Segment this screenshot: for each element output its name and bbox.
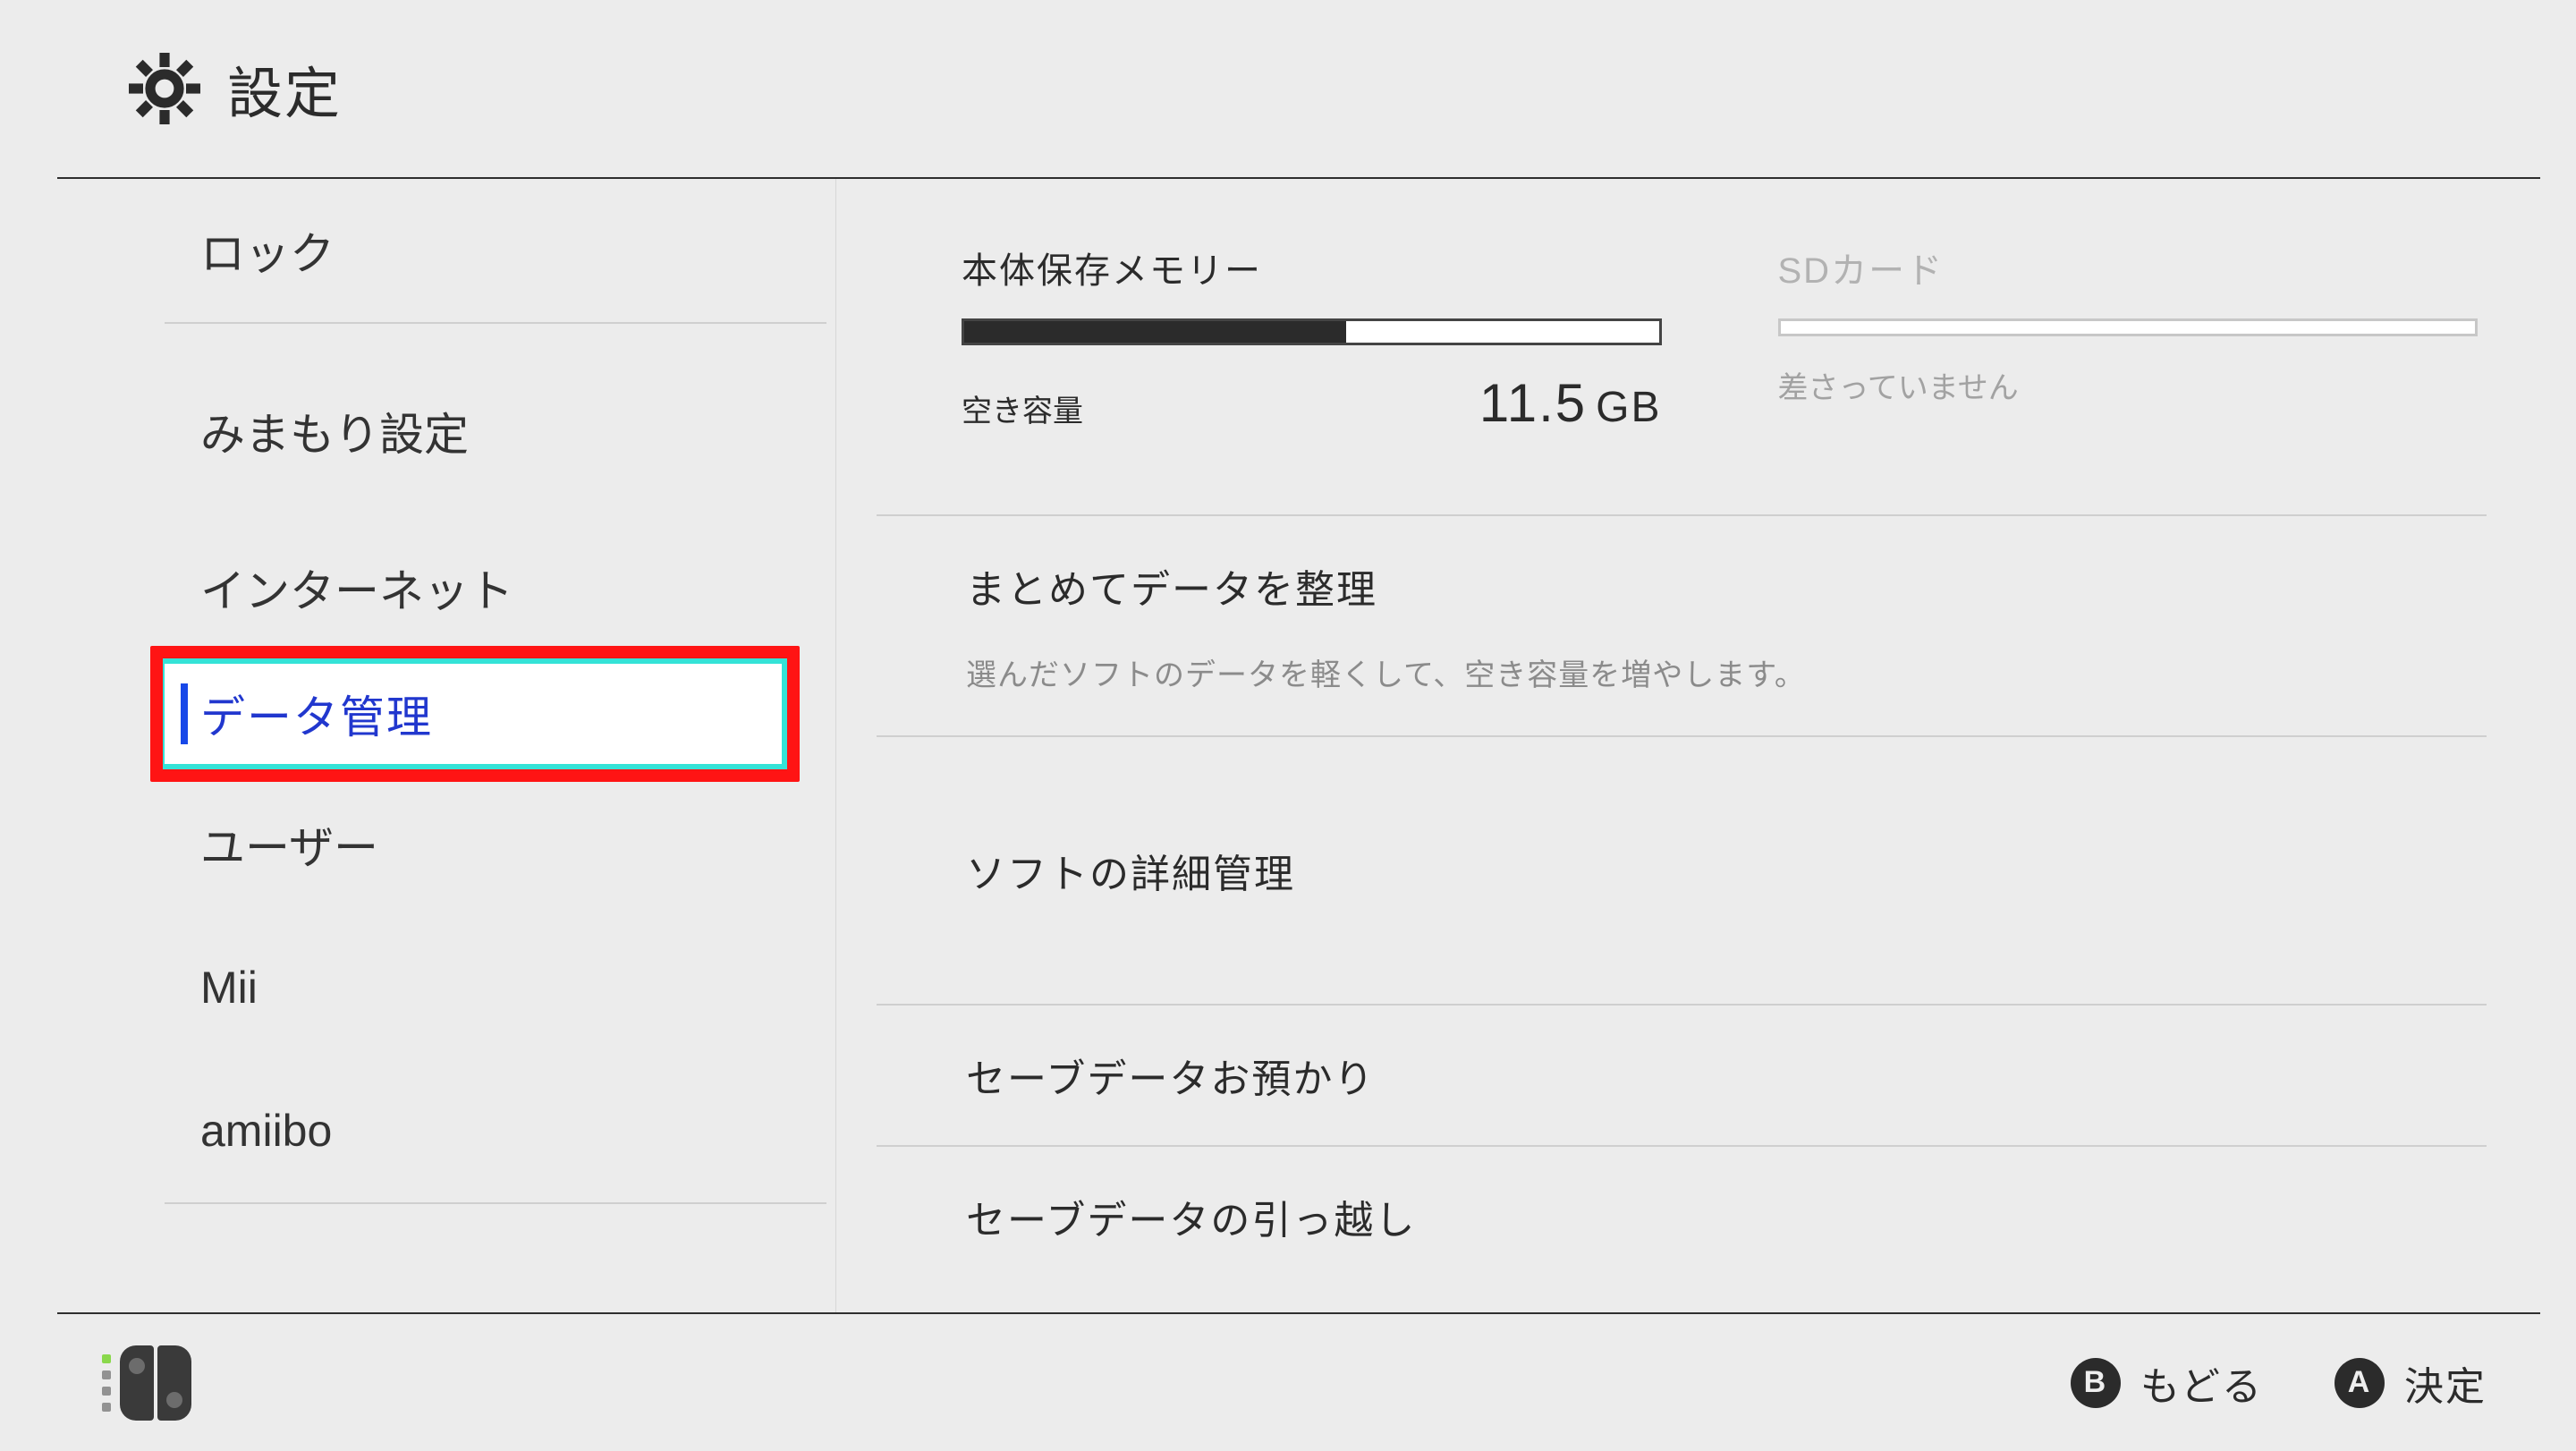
menu-item-desc: 選んだソフトのデータを軽くして、空き容量を増やします。 [966,650,1806,694]
sidebar-item-label: ロック [200,218,335,283]
free-space-label: 空き容量 [962,386,1083,430]
sidebar-item-users[interactable]: ユーザー [57,773,835,916]
menu-item-title: ソフトの詳細管理 [966,842,1295,899]
cursor-indicator [181,683,188,744]
storage-bar-fill [964,321,1346,343]
sidebar-item-label: データ管理 [200,682,433,746]
footer-buttons: B もどる A 決定 [2071,1354,2487,1412]
menu-list: まとめてデータを整理 選んだソフトのデータを軽くして、空き容量を増やします。 ソ… [877,514,2487,1245]
joycon-icon [120,1345,191,1421]
sidebar-item-label: インターネット [200,556,513,620]
storage-title: SDカード [1778,242,2479,293]
gear-icon [129,53,200,124]
ok-label: 決定 [2404,1354,2487,1412]
a-button-icon: A [2334,1358,2385,1408]
divider [165,322,826,324]
storage-info: 空き容量 11.5GB [962,372,1662,434]
back-label: もどる [2140,1354,2263,1412]
sidebar-item-parental[interactable]: みまもり設定 [57,342,835,521]
menu-item-transfer-save[interactable]: セーブデータの引っ越し [877,1145,2487,1245]
menu-item-title: セーブデータお預かり [966,1047,1375,1104]
page-title: 設定 [227,48,342,129]
storage-bar [962,318,1662,345]
menu-item-manage-software[interactable]: ソフトの詳細管理 [877,735,2487,1004]
storage-bar [1778,318,2479,336]
main: ロック みまもり設定 インターネット データ管理 ユーザー [57,179,2540,1312]
header: 設定 [57,0,2540,179]
content: 本体保存メモリー 空き容量 11.5GB SDカード [835,179,2540,1312]
menu-item-title: まとめてデータを整理 [966,557,1377,615]
sidebar-item-amiibo[interactable]: amiibo [57,1059,835,1202]
footer: B もどる A 決定 [57,1312,2540,1451]
storage-info: 差さっていません [1778,363,2479,407]
storage-title: 本体保存メモリー [962,242,1662,293]
sidebar-item-internet[interactable]: インターネット [57,521,835,655]
sd-card-block: SDカード 差さっていません [1778,242,2479,434]
storage-row: 本体保存メモリー 空き容量 11.5GB SDカード [962,242,2478,434]
controller-indicator [102,1345,191,1421]
player-dots [102,1354,111,1412]
system-memory-block: 本体保存メモリー 空き容量 11.5GB [962,242,1662,434]
sidebar-item-lock[interactable]: ロック [57,179,835,322]
sidebar-item-mii[interactable]: Mii [57,916,835,1059]
sidebar-item-label: Mii [200,962,258,1014]
sidebar-item-label: ユーザー [200,812,378,877]
ok-button[interactable]: A 決定 [2334,1354,2487,1412]
sidebar: ロック みまもり設定 インターネット データ管理 ユーザー [57,179,835,1312]
sidebar-item-label: amiibo [200,1105,332,1157]
free-space-value: 11.5GB [1479,372,1662,434]
b-button-icon: B [2071,1358,2121,1408]
settings-screen: 設定 ロック みまもり設定 インターネット データ管理 [0,0,2576,1451]
menu-item-title: セーブデータの引っ越し [966,1188,1416,1245]
menu-item-quick-archive[interactable]: まとめてデータを整理 選んだソフトのデータを軽くして、空き容量を増やします。 [877,514,2487,735]
back-button[interactable]: B もどる [2071,1354,2263,1412]
sidebar-item-data-management[interactable]: データ管理 [156,655,791,773]
sidebar-item-label: みまもり設定 [200,399,469,463]
menu-item-save-cloud[interactable]: セーブデータお預かり [877,1004,2487,1145]
sd-status: 差さっていません [1778,363,2019,407]
divider [165,1202,826,1204]
